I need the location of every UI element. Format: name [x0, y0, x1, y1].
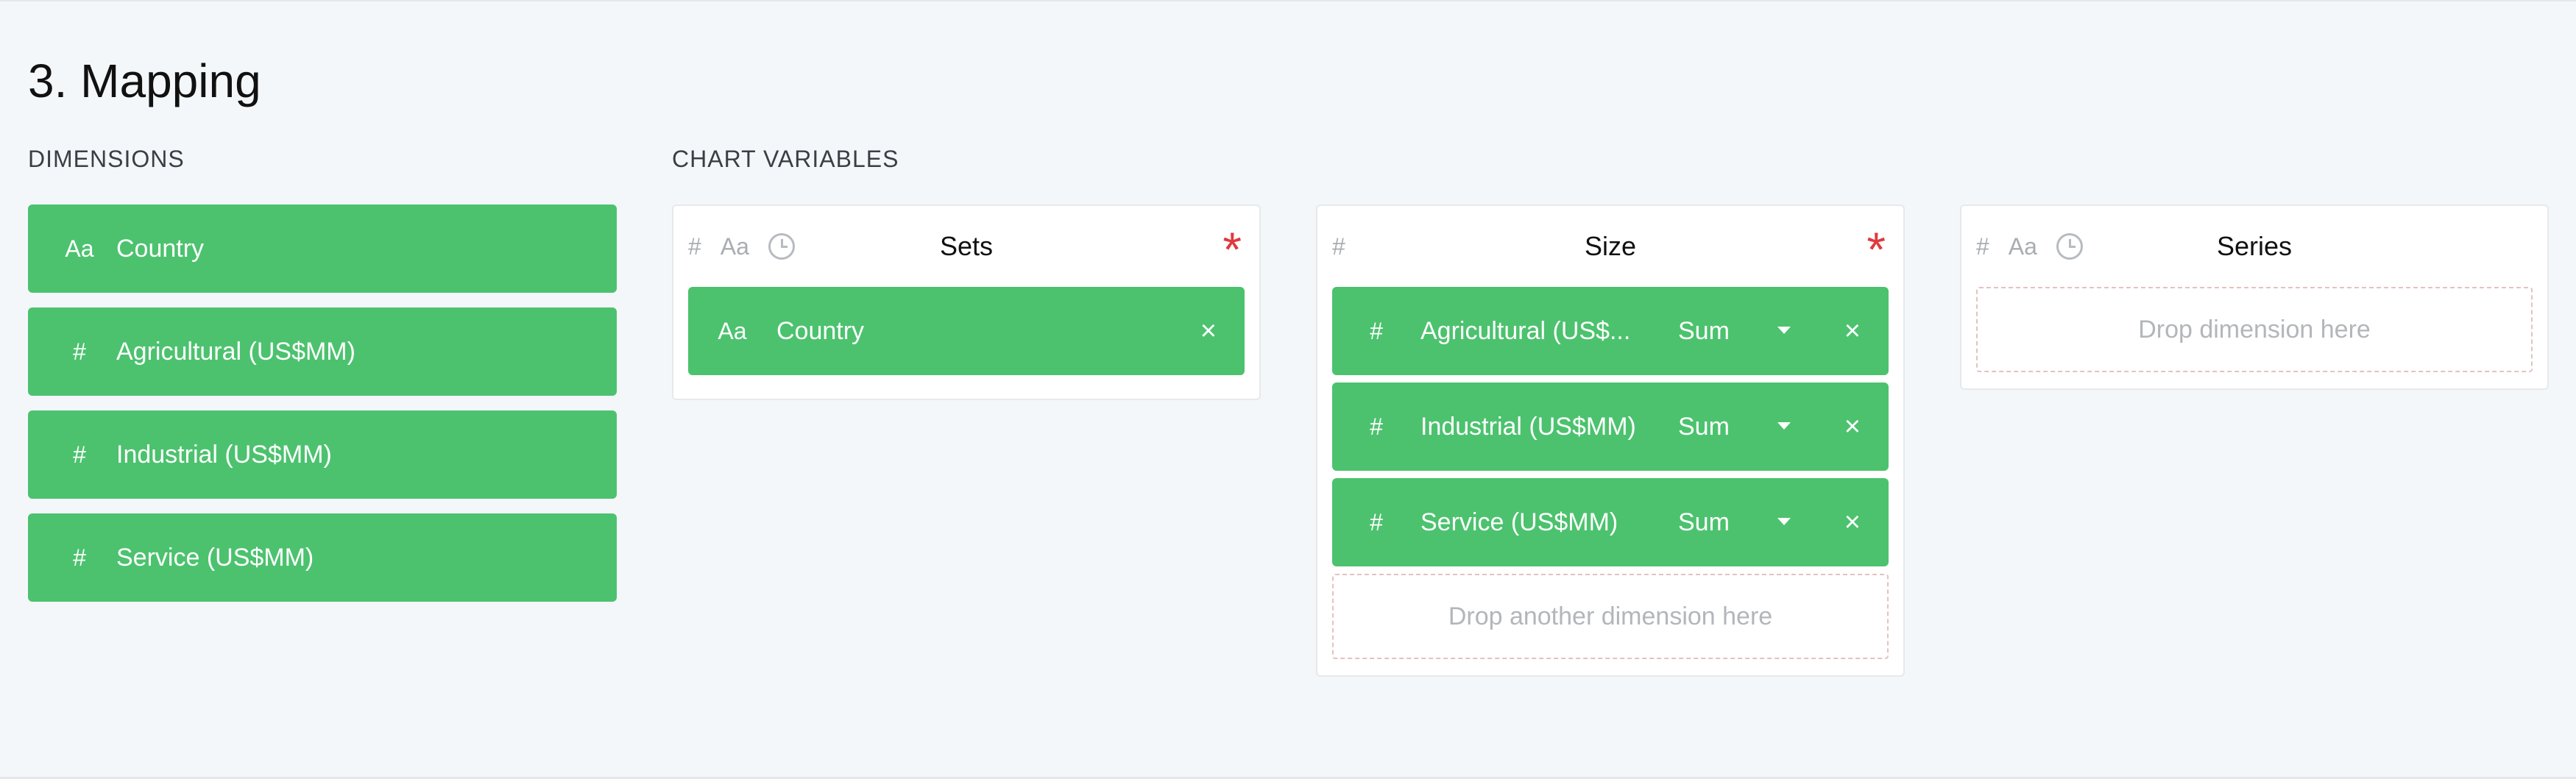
number-type-icon: # [1976, 232, 1989, 260]
chart-variables-heading: CHART VARIABLES [672, 146, 899, 172]
number-type-icon: # [1370, 413, 1383, 440]
dimension-item-service[interactable]: # Service (US$MM) [28, 513, 617, 602]
dimension-label: Agricultural (US$MM) [116, 337, 355, 366]
number-type-icon: # [1370, 508, 1383, 536]
number-type-icon: # [1370, 317, 1383, 344]
mapped-dimension-label: Country [776, 316, 865, 345]
required-asterisk-icon: * [1866, 222, 1886, 277]
close-icon[interactable]: × [1844, 413, 1861, 441]
mapped-dimension-service[interactable]: # Service (US$MM) Sum × [1332, 478, 1889, 566]
variable-card-sets: # Aa Sets * Aa Country × [672, 204, 1261, 400]
caret-down-icon[interactable] [1777, 422, 1791, 430]
text-type-icon: Aa [2008, 232, 2037, 260]
number-type-icon: # [1332, 232, 1345, 260]
mapped-dimension-label: Agricultural (US$... [1420, 316, 1631, 345]
dimension-label: Country [116, 234, 205, 263]
accepted-types: # Aa [688, 233, 795, 260]
text-type-icon: Aa [718, 317, 747, 344]
accepted-types: # [1332, 233, 1345, 260]
dimensions-heading: DIMENSIONS [28, 146, 185, 172]
dimension-item-country[interactable]: Aa Country [28, 204, 617, 293]
aggregation-select[interactable]: Sum [1678, 508, 1730, 537]
mapped-dimension-agricultural[interactable]: # Agricultural (US$... Sum × [1332, 287, 1889, 375]
clock-icon [768, 233, 795, 260]
dimension-item-industrial[interactable]: # Industrial (US$MM) [28, 410, 617, 499]
close-icon[interactable]: × [1844, 508, 1861, 536]
mapped-dimension-industrial[interactable]: # Industrial (US$MM) Sum × [1332, 383, 1889, 471]
text-type-icon: Aa [65, 235, 94, 262]
aggregation-select[interactable]: Sum [1678, 317, 1730, 346]
page-title: 3. Mapping [28, 54, 261, 107]
drop-zone-series[interactable]: Drop dimension here [1976, 287, 2533, 372]
dimension-label: Service (US$MM) [116, 543, 314, 572]
variable-card-size: # Size * # Agricultural (US$... Sum × # … [1316, 204, 1905, 677]
variable-title: Size [1584, 231, 1637, 261]
variable-header: # Aa Sets * [688, 206, 1245, 287]
mapped-dimension-label: Service (US$MM) [1420, 508, 1618, 536]
top-divider [0, 0, 2576, 1]
dimensions-list: Aa Country # Agricultural (US$MM) # Indu… [28, 204, 617, 616]
dimension-label: Industrial (US$MM) [116, 440, 332, 469]
close-icon[interactable]: × [1844, 317, 1861, 345]
number-type-icon: # [73, 544, 86, 571]
drop-zone-size[interactable]: Drop another dimension here [1332, 574, 1889, 659]
variable-header: # Aa Series [1976, 206, 2533, 287]
number-type-icon: # [73, 338, 86, 365]
caret-down-icon[interactable] [1777, 327, 1791, 334]
number-type-icon: # [73, 441, 86, 468]
aggregation-select[interactable]: Sum [1678, 413, 1730, 441]
variable-header: # Size * [1332, 206, 1889, 287]
text-type-icon: Aa [720, 232, 749, 260]
number-type-icon: # [688, 232, 701, 260]
accepted-types: # Aa [1976, 233, 2083, 260]
clock-icon [2056, 233, 2083, 260]
dimension-item-agricultural[interactable]: # Agricultural (US$MM) [28, 307, 617, 396]
variable-card-series: # Aa Series Drop dimension here [1960, 204, 2549, 390]
close-icon[interactable]: × [1200, 317, 1217, 345]
mapped-dimension-country[interactable]: Aa Country × [688, 287, 1245, 375]
caret-down-icon[interactable] [1777, 518, 1791, 525]
required-asterisk-icon: * [1222, 222, 1242, 277]
mapped-dimension-label: Industrial (US$MM) [1420, 412, 1636, 441]
